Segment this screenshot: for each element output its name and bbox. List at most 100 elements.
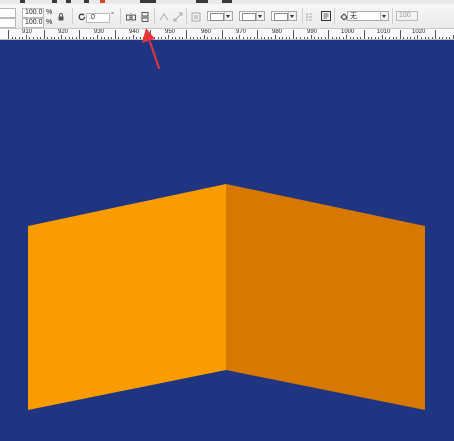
menu-icon[interactable]: [222, 0, 232, 3]
ruler-tick: [267, 37, 269, 39]
chevron-down-icon: [288, 12, 296, 20]
menu-icon[interactable]: [20, 0, 25, 3]
end-arrow-dropdown[interactable]: [271, 11, 297, 21]
menu-icon[interactable]: [196, 0, 208, 3]
menu-icon[interactable]: [52, 0, 57, 3]
start-arrow-dropdown[interactable]: [207, 11, 233, 21]
ruler-label: 960: [201, 29, 212, 35]
left-panel-shape[interactable]: [28, 184, 226, 410]
ruler-tick: [171, 37, 173, 39]
ruler-tick: [438, 37, 440, 39]
chevron-down-icon: [256, 12, 264, 20]
fill-none-label: 无: [350, 13, 357, 20]
ruler-tick: [332, 37, 333, 39]
menu-icon[interactable]: [100, 0, 105, 3]
ruler-tick: [225, 37, 227, 39]
separator: [334, 8, 335, 24]
ruler-tick: [11, 37, 13, 39]
ruler-tick: [445, 37, 447, 39]
ruler-tick: [221, 30, 223, 39]
ruler-tick: [399, 30, 401, 39]
scale-x-field[interactable]: 100.0: [22, 8, 44, 18]
stretch-icon[interactable]: [173, 12, 183, 22]
scale-y-field[interactable]: 100.0: [22, 18, 44, 28]
width-field[interactable]: [0, 8, 16, 18]
ruler-tick: [157, 37, 159, 39]
ruler-label: 950: [165, 29, 176, 35]
separator: [302, 8, 303, 24]
menu-icon[interactable]: [84, 0, 89, 3]
ruler-tick: [328, 30, 330, 39]
ruler-tick: [260, 37, 262, 39]
ruler-tick: [47, 37, 49, 39]
ruler-tick: [150, 30, 152, 39]
ruler-tick: [360, 37, 362, 39]
ruler-tick: [257, 30, 259, 39]
ruler-label: 970: [236, 29, 247, 35]
ruler-tick: [253, 37, 255, 39]
ruler-tick: [353, 37, 355, 39]
lock-ratio-icon[interactable]: [56, 12, 66, 22]
line-style-dropdown[interactable]: [239, 11, 265, 21]
ruler-tick: [178, 37, 180, 39]
ruler-tick: [154, 37, 155, 39]
ruler-tick: [146, 37, 148, 39]
ruler-tick: [374, 37, 376, 39]
separator: [72, 8, 73, 24]
drawing-surface: [28, 184, 425, 410]
drawing-canvas[interactable]: [0, 40, 454, 436]
right-panel-shape[interactable]: [226, 184, 425, 410]
outline-icon[interactable]: [191, 12, 201, 22]
ruler-tick: [442, 37, 444, 39]
ruler-tick: [89, 37, 91, 39]
ruler-tick: [278, 37, 280, 39]
ruler-tick: [271, 37, 273, 39]
ruler-tick: [82, 37, 84, 39]
menu-icon[interactable]: [140, 0, 156, 3]
separator: [120, 8, 121, 24]
rotation-field[interactable]: .0: [86, 13, 110, 23]
ruler-tick: [200, 37, 202, 39]
ruler-tick: [107, 37, 109, 39]
ruler-tick: [392, 37, 394, 39]
node-tool-icon[interactable]: [159, 12, 169, 22]
wrap-text-icon[interactable]: [304, 12, 314, 22]
ruler-tick: [388, 37, 390, 39]
ruler-tick: [431, 37, 433, 39]
ruler-tick: [161, 37, 163, 39]
opacity-field[interactable]: 100: [396, 11, 418, 21]
chevron-down-icon: [380, 12, 388, 20]
ruler-tick: [210, 37, 212, 39]
ruler-tick: [413, 37, 415, 39]
ruler-tick: [75, 37, 77, 39]
ruler-label: 930: [94, 29, 105, 35]
text-frame-icon[interactable]: [321, 11, 331, 21]
ruler-label: 990: [307, 29, 318, 35]
ruler-tick: [22, 37, 24, 39]
ruler-tick: [50, 37, 52, 39]
ruler-tick: [246, 37, 248, 39]
ruler-tick: [139, 37, 141, 39]
ruler-tick: [57, 37, 59, 39]
ruler-tick: [335, 37, 337, 39]
ruler-tick: [79, 30, 81, 39]
ruler-tick: [243, 37, 244, 39]
ruler-label: 910: [22, 29, 33, 35]
ruler-label: 920: [58, 29, 69, 35]
ruler-tick: [282, 37, 284, 39]
mirror-horizontal-icon[interactable]: [126, 12, 136, 22]
ruler-tick: [406, 37, 408, 39]
mirror-vertical-icon[interactable]: [140, 12, 150, 22]
end-arrow-swatch: [274, 13, 288, 21]
horizontal-ruler[interactable]: 910 920 930 940 950 960 970 980 990 1000…: [0, 29, 454, 40]
menu-icon[interactable]: [66, 0, 71, 3]
ruler-tick: [15, 37, 17, 39]
ruler-tick: [289, 37, 291, 39]
fill-dropdown[interactable]: 无: [347, 11, 389, 21]
height-field[interactable]: [0, 18, 16, 28]
separator: [186, 8, 187, 24]
percent-y-label: %: [46, 19, 53, 26]
ruler-tick: [339, 37, 341, 39]
ruler-tick: [207, 37, 209, 39]
ruler-tick: [86, 37, 88, 39]
